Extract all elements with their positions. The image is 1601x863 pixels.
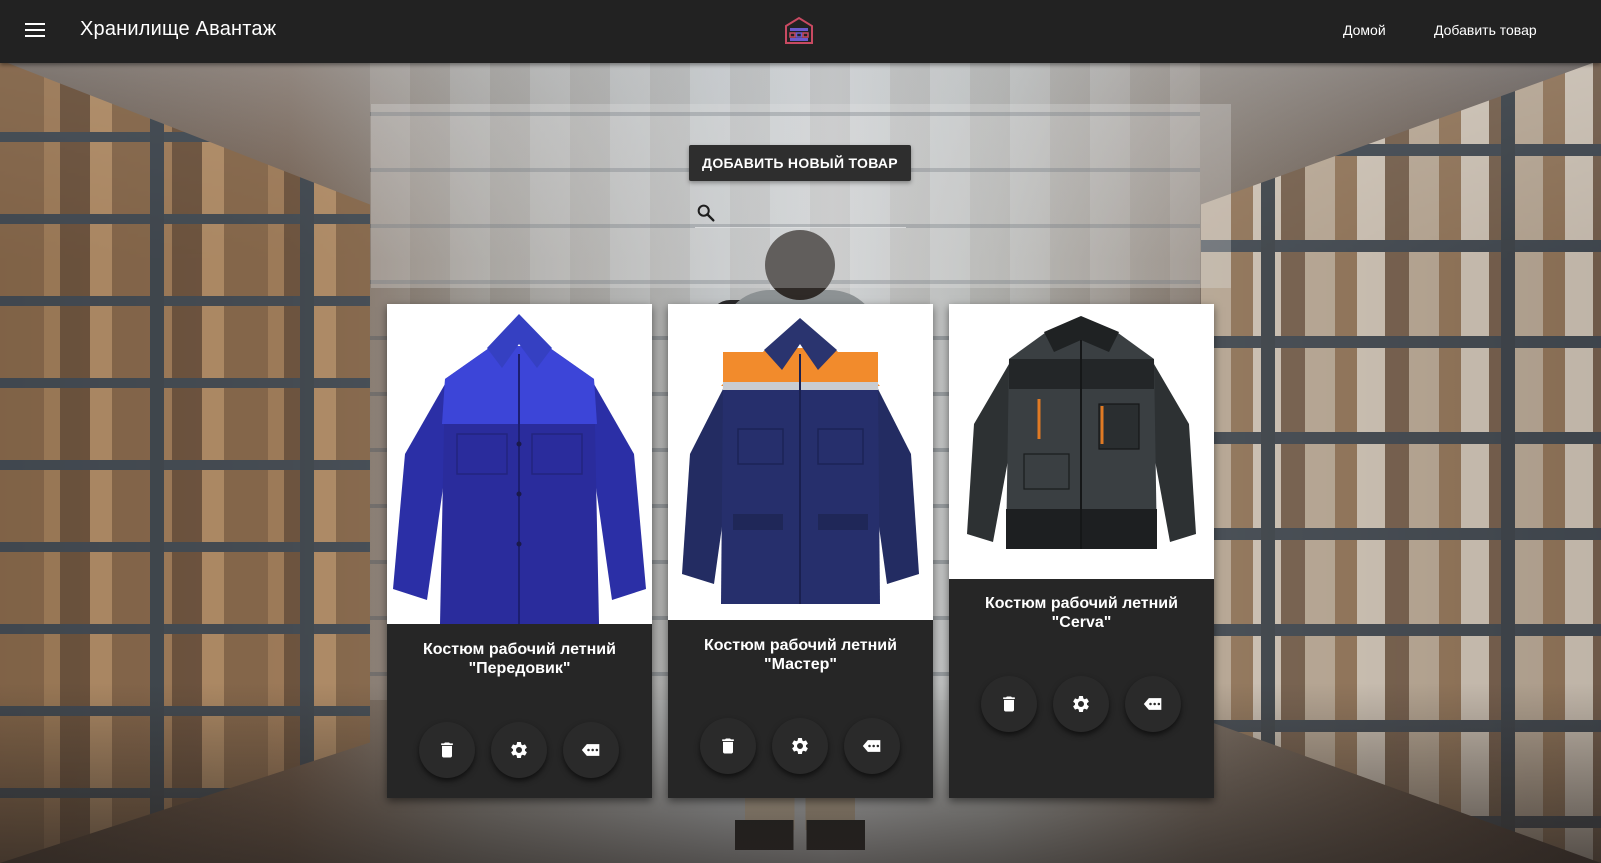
product-title: Костюм рабочий летний "Cerva" <box>985 595 1178 631</box>
delete-icon <box>1003 696 1015 712</box>
tag-icon <box>862 740 881 752</box>
product-actions <box>668 718 933 774</box>
settings-icon <box>792 738 808 754</box>
delete-icon <box>722 738 734 754</box>
nav-home-link[interactable]: Домой <box>1343 22 1386 38</box>
search-icon <box>697 204 715 222</box>
warehouse-logo-icon <box>784 15 814 45</box>
nav-add-product-link[interactable]: Добавить товар <box>1434 22 1537 38</box>
add-new-product-button[interactable]: ДОБАВИТЬ НОВЫЙ ТОВАР <box>689 145 911 181</box>
product-actions <box>387 722 652 778</box>
delete-icon <box>441 742 453 758</box>
tag-icon <box>581 744 600 756</box>
menu-icon[interactable] <box>22 18 48 44</box>
tag-icon <box>1143 698 1162 710</box>
tag-button[interactable] <box>844 718 900 774</box>
product-actions <box>949 676 1214 732</box>
product-image <box>668 304 933 620</box>
settings-icon <box>1073 696 1089 712</box>
product-image <box>387 304 652 624</box>
settings-button[interactable] <box>772 718 828 774</box>
delete-button[interactable] <box>981 676 1037 732</box>
search-panel: ДОБАВИТЬ НОВЫЙ ТОВАР <box>371 104 1231 288</box>
search-field <box>695 200 906 228</box>
product-card: Костюм рабочий летний "Передовик" <box>387 304 652 798</box>
delete-button[interactable] <box>419 722 475 778</box>
tag-button[interactable] <box>1125 676 1181 732</box>
product-title: Костюм рабочий летний "Мастер" <box>704 637 897 673</box>
delete-button[interactable] <box>700 718 756 774</box>
product-title: Костюм рабочий летний "Передовик" <box>423 641 616 677</box>
settings-button[interactable] <box>1053 676 1109 732</box>
tag-button[interactable] <box>563 722 619 778</box>
top-app-bar: Хранилище Авантаж Домой Добавить товар <box>0 0 1601 63</box>
search-input[interactable] <box>723 202 903 224</box>
product-card: Костюм рабочий летний "Cerva" <box>949 304 1214 798</box>
app-title: Хранилище Авантаж <box>80 18 277 40</box>
product-image <box>949 304 1214 579</box>
product-card: Костюм рабочий летний "Мастер" <box>668 304 933 798</box>
settings-icon <box>511 742 527 758</box>
settings-button[interactable] <box>491 722 547 778</box>
